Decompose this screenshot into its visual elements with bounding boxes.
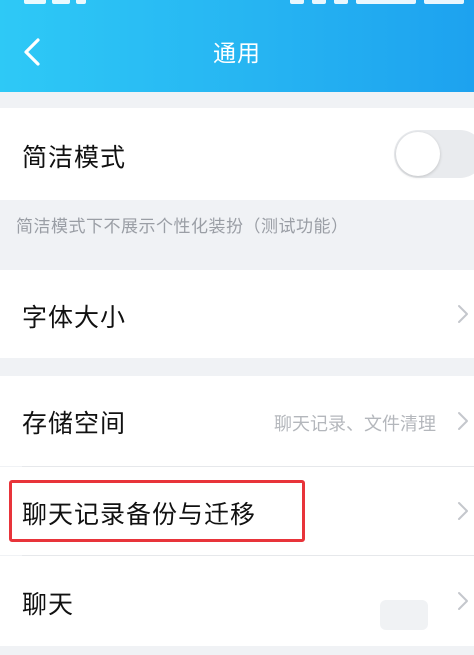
simple-mode-hint: 简洁模式下不展示个性化装扮（测试功能） (16, 217, 349, 237)
alarm-icon (290, 0, 304, 4)
status-bar (0, 0, 474, 8)
chevron-right-icon (458, 305, 468, 323)
chevron-right-icon (458, 592, 468, 610)
signal-icon (24, 0, 46, 4)
chevron-right-icon (458, 412, 468, 430)
clock-icon (312, 0, 326, 4)
simple-mode-toggle[interactable] (394, 130, 474, 178)
simple-mode-label: 简洁模式 (22, 143, 127, 172)
chevron-right-icon (458, 502, 468, 520)
font-size-row[interactable]: 字体大小 (0, 270, 474, 358)
mute-icon (334, 0, 348, 4)
chat-backup-label: 聊天记录备份与迁移 (22, 500, 257, 529)
toggle-knob (396, 132, 440, 176)
wifi-icon (76, 0, 86, 4)
battery-icon (424, 0, 464, 4)
signal-icon-2 (52, 0, 70, 4)
header-bar: 通用 (0, 0, 474, 92)
font-size-label: 字体大小 (22, 303, 127, 332)
floating-button[interactable] (380, 600, 428, 630)
storage-value: 聊天记录、文件清理 (274, 414, 436, 435)
chat-label: 聊天 (22, 590, 75, 619)
page-title: 通用 (213, 41, 261, 67)
chat-backup-row[interactable]: 聊天记录备份与迁移 (0, 467, 474, 555)
storage-label: 存储空间 (22, 409, 127, 438)
status-info (356, 0, 416, 4)
storage-row[interactable]: 存储空间 聊天记录、文件清理 (0, 376, 474, 466)
